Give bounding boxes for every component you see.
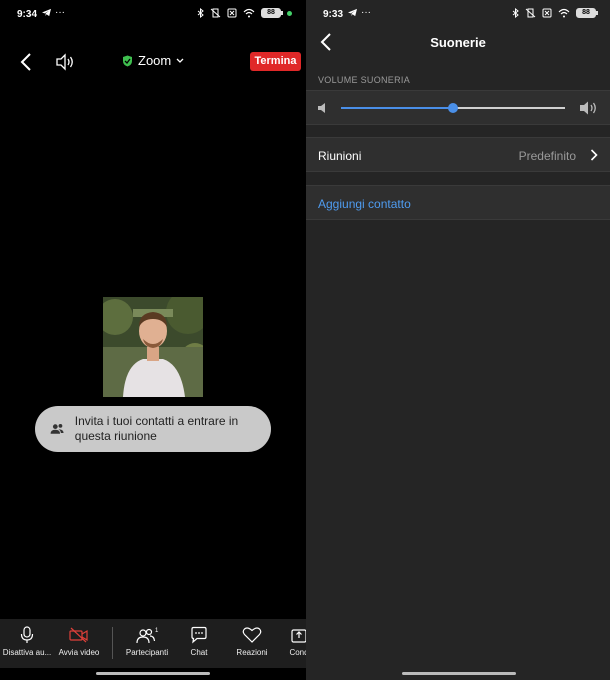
toolbar-label: Partecipanti bbox=[125, 648, 169, 657]
meetings-ringtone-value: Predefinito bbox=[518, 149, 576, 163]
status-bar: 9:34 ··· 88 bbox=[0, 0, 306, 30]
video-off-icon bbox=[69, 627, 88, 643]
meetings-label: Riunioni bbox=[318, 149, 362, 163]
end-meeting-button[interactable]: Termina bbox=[250, 52, 301, 71]
battery-icon: 88 bbox=[261, 8, 283, 18]
microphone-icon bbox=[20, 626, 34, 643]
wifi-icon bbox=[243, 8, 255, 18]
chevron-down-icon bbox=[176, 58, 184, 63]
more-notifications-icon: ··· bbox=[55, 6, 65, 18]
status-time: 9:34 bbox=[17, 9, 38, 20]
page-title: Suonerie bbox=[430, 35, 486, 50]
chat-button[interactable]: Chat bbox=[180, 619, 218, 668]
shield-check-icon bbox=[123, 55, 132, 66]
camera-in-use-dot bbox=[287, 10, 292, 16]
toolbar-divider bbox=[112, 627, 113, 659]
participants-button[interactable]: 1 Partecipanti bbox=[120, 619, 174, 668]
heart-icon bbox=[242, 627, 262, 643]
participants-icon: 1 bbox=[136, 628, 159, 644]
participants-count-badge: 1 bbox=[155, 628, 159, 634]
speaker-button[interactable] bbox=[54, 51, 76, 73]
status-time: 9:33 bbox=[323, 9, 344, 20]
bluetooth-icon bbox=[197, 8, 204, 18]
add-contact-link[interactable]: Aggiungi contatto bbox=[318, 197, 411, 211]
toolbar-label: Reazioni bbox=[236, 648, 268, 657]
battery-icon: 88 bbox=[576, 8, 598, 18]
vibrate-off-icon bbox=[525, 8, 536, 18]
volume-slider-knob[interactable] bbox=[448, 103, 458, 113]
volume-slider[interactable] bbox=[341, 103, 565, 113]
invite-contacts-prompt[interactable]: Invita i tuoi contatti a entrare in ques… bbox=[35, 406, 271, 452]
telegram-icon bbox=[348, 8, 357, 17]
telegram-icon bbox=[42, 8, 51, 17]
volume-slider-fill bbox=[341, 107, 453, 109]
more-notifications-icon: ··· bbox=[361, 6, 371, 18]
sim-off-icon bbox=[542, 8, 552, 18]
start-video-button[interactable]: Avvia video bbox=[56, 619, 102, 668]
toolbar-label: Disattiva au... bbox=[2, 648, 52, 657]
speaker-icon bbox=[56, 53, 73, 71]
toolbar-label: Avvia video bbox=[58, 648, 100, 657]
meeting-toolbar: Disattiva au... Avvia video 1 Partecipan… bbox=[0, 619, 306, 668]
add-contact-row[interactable]: Aggiungi contatto bbox=[306, 185, 610, 220]
sim-off-icon bbox=[227, 8, 237, 18]
wifi-icon bbox=[558, 8, 570, 18]
ringtone-volume-row bbox=[306, 90, 610, 125]
people-icon bbox=[50, 423, 64, 434]
home-indicator[interactable] bbox=[402, 672, 516, 675]
back-button[interactable] bbox=[14, 50, 38, 74]
status-bar: 9:33 ··· 88 bbox=[306, 0, 610, 30]
participant-photo bbox=[103, 297, 203, 397]
meeting-name: Zoom bbox=[138, 53, 172, 68]
chevron-left-icon bbox=[20, 53, 31, 71]
chevron-right-icon bbox=[590, 149, 598, 161]
volume-section-label: VOLUME SUONERIA bbox=[318, 75, 411, 85]
share-button[interactable]: Cond bbox=[284, 619, 306, 668]
vibrate-off-icon bbox=[210, 8, 221, 18]
home-indicator[interactable] bbox=[96, 672, 210, 675]
zoom-meeting-screen: 9:34 ··· 88 Zoom Termina Invita i tuoi c… bbox=[0, 0, 306, 680]
reactions-button[interactable]: Reazioni bbox=[230, 619, 274, 668]
volume-low-icon bbox=[318, 103, 325, 113]
toolbar-label: Chat bbox=[190, 648, 208, 657]
invite-text: Invita i tuoi contatti a entrare in ques… bbox=[74, 414, 239, 443]
avatar bbox=[103, 297, 203, 397]
meetings-ringtone-row[interactable]: Riunioni Predefinito bbox=[306, 137, 610, 172]
toolbar-label: Cond bbox=[289, 648, 306, 657]
chat-icon bbox=[191, 626, 207, 644]
mute-audio-button[interactable]: Disattiva au... bbox=[0, 619, 54, 668]
meeting-info-dropdown[interactable]: Zoom bbox=[122, 53, 184, 68]
share-icon bbox=[291, 629, 306, 643]
volume-high-icon bbox=[580, 101, 596, 115]
ringtones-settings-screen: 9:33 ··· 88 Suonerie VOLUME SUONERIA Riu… bbox=[306, 0, 610, 680]
bluetooth-icon bbox=[512, 8, 519, 18]
